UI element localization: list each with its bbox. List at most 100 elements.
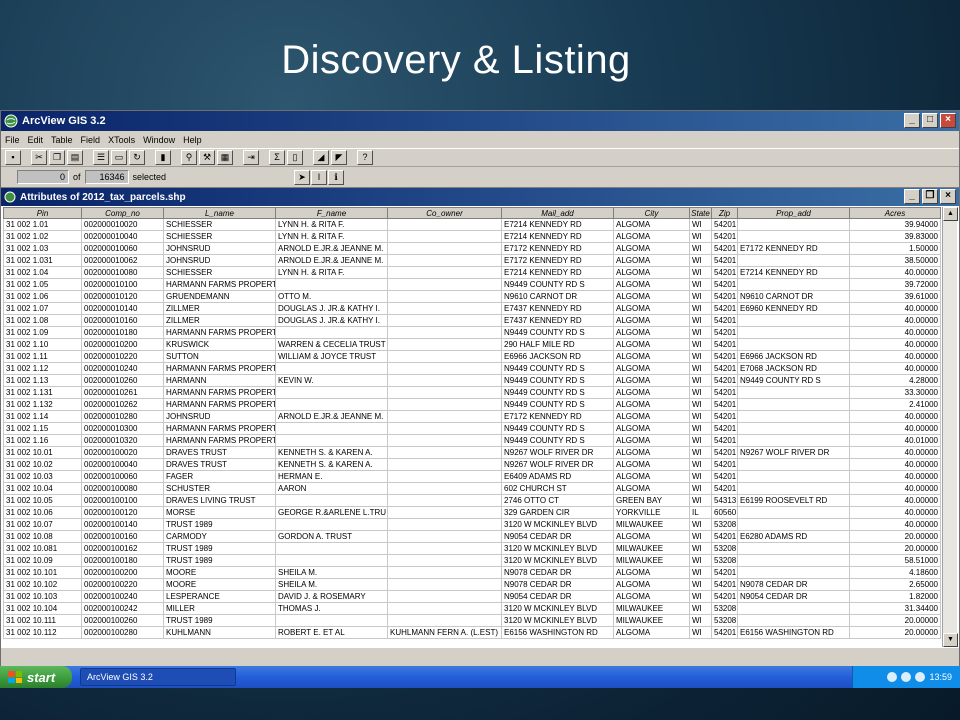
table-cell[interactable]: JOHNSRUD [163,410,276,423]
table-cell[interactable] [387,566,502,579]
table-cell[interactable]: 31 002 1.01 [3,218,82,231]
table-cell[interactable]: LESPERANCE [163,590,276,603]
table-cell[interactable]: DRAVES TRUST [163,446,276,459]
table-cell[interactable] [737,506,850,519]
table-cell[interactable]: WI [689,434,712,447]
table-cell[interactable]: E7214 KENNEDY RD [501,230,614,243]
column-header[interactable]: F_name [275,207,388,219]
table-row[interactable]: 31 002 1.05 002000010100 HARMANN FARMS PRO… [3,278,941,291]
table-cell[interactable]: 54201 [711,290,738,303]
table-cell[interactable]: 329 GARDEN CIR [501,506,614,519]
table-titlebar[interactable]: Attributes of 2012_tax_parcels.shp _ ❐ × [1,188,959,206]
identify-tool-icon[interactable]: ℹ [328,169,345,185]
table-cell[interactable]: HARMANN FARMS PROPERT [163,278,276,291]
table-row[interactable]: 31 002 1.131 002000010261 HARMANN FARMS PR… [3,386,941,399]
table-cell[interactable]: SCHIESSER [163,230,276,243]
table-cell[interactable] [737,422,850,435]
table-cell[interactable]: E7214 KENNEDY RD [501,218,614,231]
table-cell[interactable]: 54201 [711,422,738,435]
cut-icon[interactable]: ✂ [31,150,47,165]
table-cell[interactable]: 20.00000 [849,542,941,555]
column-header[interactable]: Acres [849,207,941,219]
table-cell[interactable]: 002000100040 [81,458,164,471]
table-cell[interactable] [387,362,502,375]
table-cell[interactable]: WI [689,362,712,375]
table-cell[interactable]: WI [689,266,712,279]
table-cell[interactable]: N9078 CEDAR DR [737,578,850,591]
table-cell[interactable]: WI [689,554,712,567]
calculate-icon[interactable]: ▯ [287,150,303,165]
table-cell[interactable]: LYNN H. & RITA F. [275,218,388,231]
paste-icon[interactable]: ▤ [67,150,83,165]
table-cell[interactable]: E6280 ADAMS RD [737,530,850,543]
summarize-icon[interactable]: Σ [269,150,285,165]
table-row[interactable]: 31 002 1.132 002000010262 HARMANN FARMS PR… [3,398,941,411]
table-cell[interactable]: 31 002 10.08 [3,530,82,543]
table-cell[interactable]: ALGOMA [613,314,690,327]
table-cell[interactable]: 31 002 10.06 [3,506,82,519]
sort-descending-icon[interactable]: ◤ [331,150,347,165]
table-cell[interactable] [387,590,502,603]
table-cell[interactable]: DOUGLAS J. JR.& KATHY I. [275,302,388,315]
table-cell[interactable]: ALGOMA [613,350,690,363]
table-cell[interactable]: WI [689,626,712,639]
table-cell[interactable]: 31 002 10.01 [3,446,82,459]
table-cell[interactable]: 54201 [711,302,738,315]
table-cell[interactable]: WI [689,386,712,399]
table-cell[interactable]: ALGOMA [613,446,690,459]
table-cell[interactable]: 40.00000 [849,494,941,507]
table-cell[interactable]: JOHNSRUD [163,254,276,267]
table-cell[interactable]: 002000010100 [81,278,164,291]
table-cell[interactable]: 602 CHURCH ST [501,482,614,495]
table-cell[interactable]: 002000010220 [81,350,164,363]
table-cell[interactable]: WI [689,410,712,423]
table-cell[interactable]: 002000100260 [81,614,164,627]
table-cell[interactable]: ALGOMA [613,386,690,399]
table-row[interactable]: 31 002 1.13 002000010260 HARMANN KEVIN W. N9… [3,374,941,387]
table-cell[interactable]: 31 002 1.03 [3,242,82,255]
table-cell[interactable]: 002000010180 [81,326,164,339]
table-cell[interactable]: DOUGLAS J. JR.& KATHY I. [275,314,388,327]
table-cell[interactable]: ALGOMA [613,626,690,639]
table-cell[interactable]: WI [689,482,712,495]
table-cell[interactable]: ALGOMA [613,374,690,387]
table-cell[interactable]: 58.51000 [849,554,941,567]
table-row[interactable]: 31 002 1.04 002000010080 SCHIESSER LYNN H. … [3,266,941,279]
table-row[interactable]: 31 002 10.101 002000100200 MOORE SHEILA M. N… [3,566,941,579]
table-cell[interactable]: WI [689,218,712,231]
table-cell[interactable]: SHEILA M. [275,566,388,579]
table-cell[interactable]: 39.94000 [849,218,941,231]
table-cell[interactable] [737,254,850,267]
column-header[interactable]: Mail_add [501,207,614,219]
taskbar-item-arcview[interactable]: ArcView GIS 3.2 [80,668,236,686]
table-cell[interactable]: WI [689,314,712,327]
table-cell[interactable]: 54201 [711,266,738,279]
chart-icon[interactable]: ▮ [155,150,171,165]
table-cell[interactable]: WI [689,542,712,555]
table-cell[interactable]: YORKVILLE [613,506,690,519]
table-cell[interactable]: 31 002 1.02 [3,230,82,243]
table-cell[interactable] [387,398,502,411]
table-cell[interactable]: 002000100220 [81,578,164,591]
table-cell[interactable]: N9610 CARNOT DR [737,290,850,303]
table-cell[interactable] [737,602,850,615]
table-cell[interactable]: N9449 COUNTY RD S [501,434,614,447]
table-cell[interactable]: 40.00000 [849,266,941,279]
table-cell[interactable]: 54201 [711,590,738,603]
table-cell[interactable]: 40.00000 [849,482,941,495]
table-cell[interactable]: 002000010260 [81,374,164,387]
table-cell[interactable]: 002000100060 [81,470,164,483]
table-cell[interactable] [387,410,502,423]
table-cell[interactable] [737,218,850,231]
column-header[interactable]: State [689,207,712,219]
table-cell[interactable]: 002000010120 [81,290,164,303]
table-cell[interactable]: 1.50000 [849,242,941,255]
table-cell[interactable]: 40.01000 [849,434,941,447]
table-cell[interactable]: LYNN H. & RITA F. [275,230,388,243]
table-cell[interactable]: 31.34400 [849,602,941,615]
table-cell[interactable]: ALGOMA [613,458,690,471]
table-cell[interactable] [387,494,502,507]
table-cell[interactable]: 31 002 1.13 [3,374,82,387]
menu-table[interactable]: Table [51,135,73,145]
table-cell[interactable]: 4.28000 [849,374,941,387]
